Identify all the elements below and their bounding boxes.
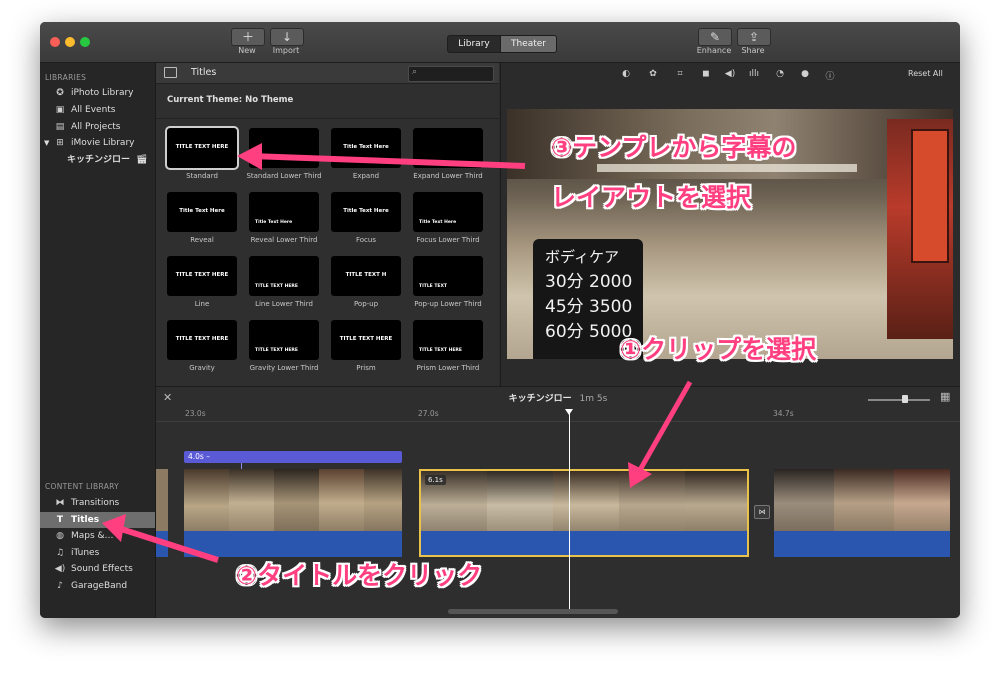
arrow-to-standard-tile xyxy=(251,153,526,169)
arrow-to-clip xyxy=(637,380,693,472)
arrowhead xyxy=(102,514,126,542)
annotation-arrows xyxy=(102,143,693,563)
step3-annotation-line2: レイアウトを選択 xyxy=(551,183,752,212)
arrowhead xyxy=(237,143,262,170)
arrow-to-titles xyxy=(117,525,219,563)
step3-annotation-line1: ③テンプレから字幕の xyxy=(551,133,797,162)
step2-annotation: ②タイトルをクリック xyxy=(236,561,483,590)
step1-annotation: ①クリップを選択 xyxy=(620,335,817,364)
